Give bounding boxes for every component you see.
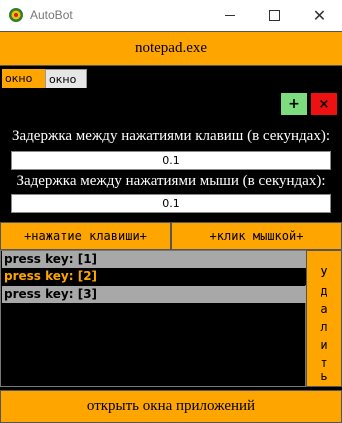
add-tab-button[interactable]: + — [281, 93, 307, 115]
list-item[interactable]: press key: [2] — [2, 268, 306, 285]
delete-label-letter: т — [320, 356, 328, 370]
list-item[interactable]: press key: [3] — [2, 286, 306, 303]
delete-label-letter: ь — [320, 369, 328, 383]
settings-panel: + × Задержка между нажатиями клавиш (в с… — [0, 88, 342, 222]
delete-label-letter: и — [320, 338, 328, 352]
title-bar[interactable]: AutoBot ✕ — [0, 0, 342, 31]
command-list[interactable]: press key: [1] press key: [2] press key:… — [0, 250, 306, 387]
window-tabs: окно 1 окно 2 — [0, 66, 342, 105]
mouse-delay-label: Задержка между нажатиями мыши (в секунда… — [16, 173, 326, 189]
delete-label-letter: д — [320, 284, 328, 298]
delete-label-letter: У — [320, 266, 328, 280]
key-delay-label: Задержка между нажатиями клавиш (в секун… — [12, 128, 330, 144]
close-icon[interactable]: ✕ — [297, 0, 342, 31]
maximize-icon[interactable] — [252, 0, 297, 31]
minimize-icon[interactable] — [207, 0, 252, 31]
autobot-app-icon — [9, 8, 23, 22]
window-title: AutoBot — [30, 8, 73, 22]
autobot-window: AutoBot ✕ notepad.exe окно 1 окно 2 + × … — [0, 0, 342, 423]
mouse-delay-input[interactable] — [11, 194, 331, 213]
open-app-windows-button[interactable]: открыть окна приложений — [0, 390, 342, 423]
target-app-title: notepad.exe — [0, 31, 342, 66]
add-key-press-button[interactable]: +нажатие клавиши+ — [0, 222, 171, 250]
remove-tab-button[interactable]: × — [311, 93, 337, 115]
list-item[interactable]: press key: [1] — [2, 251, 306, 268]
tab-window-1[interactable]: окно 1 — [2, 69, 45, 104]
add-mouse-click-button[interactable]: +клик мышкой+ — [171, 222, 342, 250]
delete-command-button[interactable]: У д а л и т ь — [306, 250, 342, 387]
delete-label-letter: л — [320, 320, 328, 334]
tab-window-2[interactable]: окно 2 — [45, 69, 87, 105]
key-delay-input[interactable] — [11, 151, 331, 170]
delete-label-letter: а — [320, 302, 328, 316]
